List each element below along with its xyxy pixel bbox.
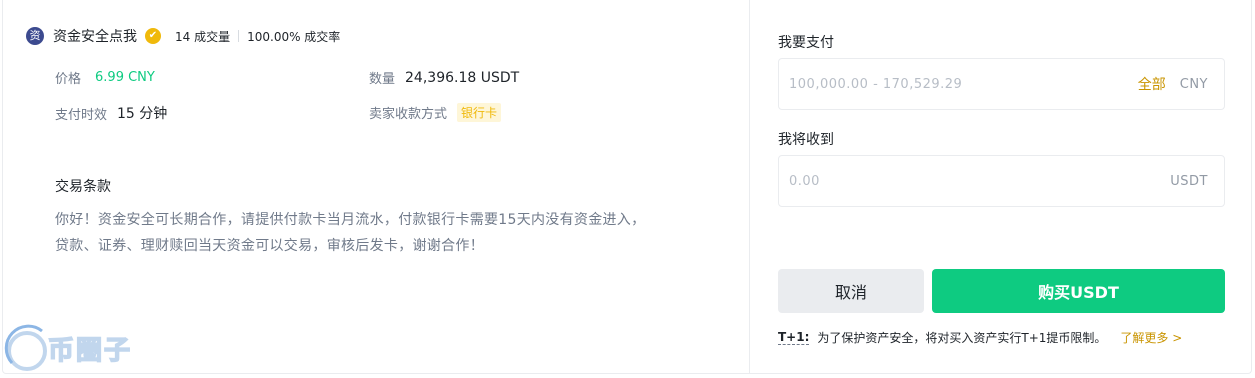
receive-amount-input[interactable]: 0.00 [789, 174, 1170, 189]
payment-time-label: 支付时效 [55, 107, 108, 123]
watermark: 币圈子 [0, 318, 160, 378]
receive-amount-field[interactable]: 0.00 USDT [778, 155, 1225, 207]
pay-amount-label: 我要支付 [778, 35, 834, 51]
payment-method-tag: 银行卡 [457, 103, 502, 122]
merchant-name[interactable]: 资金安全点我 [53, 26, 137, 46]
merchant-header: 资 资金安全点我 ✔ 14 成交量 100.00% 成交率 [26, 26, 340, 46]
buy-usdt-button[interactable]: 购买USDT [932, 269, 1225, 313]
pay-amount-input[interactable]: 100,000.00 - 170,529.29 [789, 77, 1138, 92]
payment-method-row: 卖家收款方式 银行卡 [369, 103, 502, 122]
payment-time-row: 支付时效 15 分钟 [55, 103, 167, 123]
price-value: 6.99 CNY [95, 70, 155, 85]
amount-row: 数量 24,396.18 USDT [369, 68, 520, 88]
price-label: 价格 [55, 72, 82, 87]
terms-text-line-1: 你好！资金安全可长期合作，请提供付款卡当月流水，付款银行卡需要15天内没有资金进… [55, 212, 646, 228]
pay-currency-unit: CNY [1179, 76, 1208, 92]
learn-more-link[interactable]: 了解更多 > [1120, 329, 1182, 346]
receive-amount-label: 我将收到 [778, 132, 834, 148]
amount-label: 数量 [369, 72, 396, 87]
verified-badge-icon: ✔ [145, 28, 161, 44]
withdraw-restriction-note: T+1: 为了保护资产安全，将对买入资产实行T+1提币限制。 了解更多 > [778, 329, 1182, 346]
stat-divider [238, 30, 240, 42]
payment-time-value: 15 分钟 [117, 106, 168, 122]
terms-text-line-2: 贷款、证券、理财赎回当天资金可以交易，审核后发卡，谢谢合作！ [55, 238, 484, 254]
watermark-text: 币圈子 [47, 335, 133, 367]
cancel-button[interactable]: 取消 [778, 269, 924, 313]
note-text: 为了保护资产安全，将对买入资产实行T+1提币限制。 [817, 331, 1107, 345]
payment-method-label: 卖家收款方式 [369, 107, 448, 122]
avatar[interactable]: 资 [26, 27, 44, 45]
receive-currency-unit: USDT [1170, 173, 1208, 189]
amount-value: 24,396.18 USDT [405, 69, 520, 86]
pay-all-button[interactable]: 全部 [1138, 74, 1166, 94]
price-row: 价格 6.99 CNY [55, 68, 155, 87]
trade-count: 14 成交量 [175, 29, 231, 44]
watermark-logo-icon [4, 324, 47, 371]
terms-title: 交易条款 [55, 179, 111, 195]
t1-tag[interactable]: T+1: [778, 330, 810, 345]
pay-amount-field[interactable]: 100,000.00 - 170,529.29 全部 CNY [778, 58, 1225, 110]
completion-rate: 100.00% 成交率 [247, 29, 341, 44]
panel-divider [749, 0, 750, 374]
